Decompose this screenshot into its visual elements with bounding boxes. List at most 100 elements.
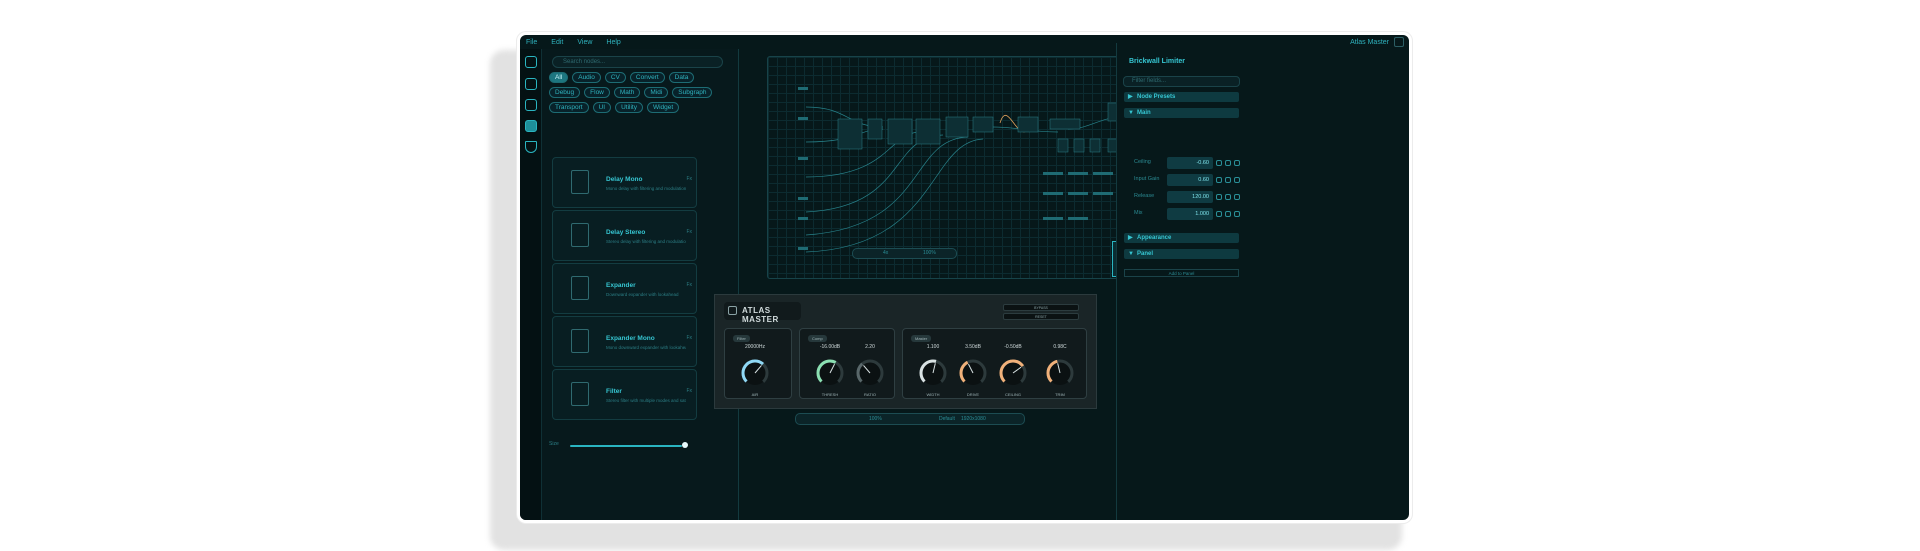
reset-icon[interactable] bbox=[1216, 177, 1222, 183]
add-to-panel-button[interactable]: Add to Panel bbox=[1124, 269, 1239, 277]
collapse-arrow-icon: ▼ bbox=[1128, 251, 1134, 257]
atlas-name: ATLAS MASTER bbox=[742, 306, 779, 324]
app-window: File Edit View Help Atlas Master Search … bbox=[517, 32, 1412, 523]
menu-edit[interactable]: Edit bbox=[551, 39, 563, 46]
knob-value: 0.98C bbox=[1053, 344, 1067, 350]
node-tag: Fx bbox=[686, 388, 692, 394]
filter-fields-input[interactable]: Filter fields... bbox=[1123, 76, 1240, 87]
category-chip[interactable]: UI bbox=[592, 102, 612, 113]
knob[interactable]: 2.20 RATIO bbox=[855, 344, 885, 397]
node-thumbnail-icon bbox=[571, 223, 589, 247]
field-value-input[interactable]: 1.000 bbox=[1167, 208, 1213, 220]
link-icon[interactable] bbox=[1225, 194, 1231, 200]
knob[interactable]: 20000Hz AIR bbox=[740, 344, 770, 397]
node-card[interactable]: Filter Stereo filter with multiple modes … bbox=[552, 369, 697, 420]
menu-view[interactable]: View bbox=[577, 39, 592, 46]
section-main[interactable]: ▼ Main bbox=[1124, 108, 1239, 118]
flask-icon[interactable] bbox=[525, 141, 537, 153]
activity-rail bbox=[520, 49, 542, 520]
field-value-input[interactable]: 0.60 bbox=[1167, 174, 1213, 186]
canvas-size-select[interactable]: 1920x1080 bbox=[961, 416, 986, 422]
menu-file[interactable]: File bbox=[526, 39, 537, 46]
inspector-title: Brickwall Limiter bbox=[1129, 58, 1186, 65]
link-icon[interactable] bbox=[1225, 160, 1231, 166]
category-chip[interactable]: Utility bbox=[615, 102, 643, 113]
expand-arrow-icon: ▶ bbox=[1128, 94, 1133, 100]
node-thumbnail-icon bbox=[571, 276, 589, 300]
section-appearance[interactable]: ▶ Appearance bbox=[1124, 233, 1239, 243]
knob-label: TRIM bbox=[1055, 392, 1065, 397]
node-card[interactable]: Expander Downward expander with lookahead… bbox=[552, 263, 697, 314]
category-chip[interactable]: Midi bbox=[644, 87, 669, 98]
node-card[interactable]: Delay Mono Mono delay with filtering and … bbox=[552, 157, 697, 208]
knob-value: -0.50dB bbox=[1004, 344, 1022, 350]
node-icon[interactable] bbox=[525, 78, 537, 90]
lock-icon[interactable] bbox=[1234, 211, 1240, 217]
category-chip[interactable]: Convert bbox=[629, 72, 665, 83]
section-appearance-label: Appearance bbox=[1137, 235, 1172, 241]
section-panel[interactable]: ▼ Panel bbox=[1124, 249, 1239, 259]
reset-icon[interactable] bbox=[1216, 160, 1222, 166]
filter-placeholder: Filter fields... bbox=[1132, 78, 1167, 84]
knob-dial bbox=[919, 359, 947, 387]
section-node-presets[interactable]: ▶ Node Presets bbox=[1124, 92, 1239, 102]
link-icon[interactable] bbox=[1225, 211, 1231, 217]
field-value-input[interactable]: 120.00 bbox=[1167, 191, 1213, 203]
node-tag: Fx bbox=[686, 335, 692, 341]
size-handle[interactable] bbox=[682, 442, 688, 448]
knob-group: Master 1.100 WIDTH 3.50dB DRIVE -0.50dB CEILIN… bbox=[902, 328, 1087, 399]
knob[interactable]: 1.100 WIDTH bbox=[918, 344, 948, 397]
bypass-button[interactable]: BYPASS bbox=[1003, 304, 1079, 311]
node-title: Filter bbox=[606, 388, 622, 395]
canvas-stepper-label: 4x bbox=[883, 250, 889, 256]
menu-help[interactable]: Help bbox=[606, 39, 620, 46]
category-chip[interactable]: All bbox=[549, 72, 569, 83]
category-chip[interactable]: Audio bbox=[572, 72, 601, 83]
reset-icon[interactable] bbox=[1216, 194, 1222, 200]
node-card[interactable]: Expander Mono Mono downward expander with… bbox=[552, 316, 697, 367]
knob-value: 2.20 bbox=[865, 344, 875, 350]
panel-icon[interactable] bbox=[525, 99, 537, 111]
link-icon[interactable] bbox=[1225, 177, 1231, 183]
category-chip[interactable]: Widget bbox=[646, 102, 680, 113]
inspector-field: Input Gain 0.60 bbox=[1124, 174, 1240, 186]
knob-dial bbox=[1046, 359, 1074, 387]
library-icon[interactable] bbox=[525, 56, 537, 68]
bottom-toolbar: 100% Default 1920x1080 bbox=[795, 413, 1025, 425]
reset-icon[interactable] bbox=[1216, 211, 1222, 217]
project-name[interactable]: Atlas Master bbox=[1350, 39, 1389, 46]
graph-icon[interactable] bbox=[525, 120, 537, 132]
size-slider[interactable]: Size bbox=[549, 441, 729, 451]
category-chip[interactable]: Flow bbox=[584, 87, 610, 98]
lock-icon[interactable] bbox=[1234, 194, 1240, 200]
knob[interactable]: 0.98C TRIM bbox=[1045, 344, 1075, 397]
knob[interactable]: -16.00dB THRESH bbox=[815, 344, 845, 397]
lock-icon[interactable] bbox=[1234, 160, 1240, 166]
knob[interactable]: 3.50dB DRIVE bbox=[958, 344, 988, 397]
category-chip[interactable]: Transport bbox=[549, 102, 589, 113]
node-description: Downward expander with lookahead bbox=[606, 292, 679, 297]
section-node-presets-label: Node Presets bbox=[1137, 94, 1176, 100]
field-value-input[interactable]: -0.60 bbox=[1167, 157, 1213, 169]
category-chip[interactable]: Math bbox=[613, 87, 641, 98]
category-chip[interactable]: Debug bbox=[549, 87, 581, 98]
knob-group: Comp -16.00dB THRESH 2.20 RATIO bbox=[799, 328, 895, 399]
inspector-field: Mix 1.000 bbox=[1124, 208, 1240, 220]
reset-button[interactable]: RESET bbox=[1003, 313, 1079, 320]
expand-arrow-icon: ▶ bbox=[1128, 235, 1133, 241]
node-title: Expander bbox=[606, 282, 636, 289]
lock-icon[interactable] bbox=[1234, 177, 1240, 183]
menu-bar: File Edit View Help Atlas Master bbox=[520, 35, 1409, 49]
canvas-zoom-label: 100% bbox=[923, 250, 936, 256]
knob[interactable]: -0.50dB CEILING bbox=[998, 344, 1028, 397]
knob-dial bbox=[741, 359, 769, 387]
atlas-header: ATLAS MASTER bbox=[724, 302, 801, 324]
canvas-toolbar: 100% 4x bbox=[852, 248, 957, 259]
node-thumbnail-icon bbox=[571, 329, 589, 353]
category-chip[interactable]: CV bbox=[604, 72, 626, 83]
bottom-zoom-label: 100% bbox=[869, 416, 882, 422]
inspector-panel: Brickwall Limiter Filter fields... ▶ Node… bbox=[1116, 43, 1243, 520]
window-cube-icon[interactable] bbox=[1394, 37, 1404, 47]
node-card[interactable]: Delay Stereo Stereo delay with filtering … bbox=[552, 210, 697, 261]
field-label: Mix bbox=[1134, 210, 1143, 216]
